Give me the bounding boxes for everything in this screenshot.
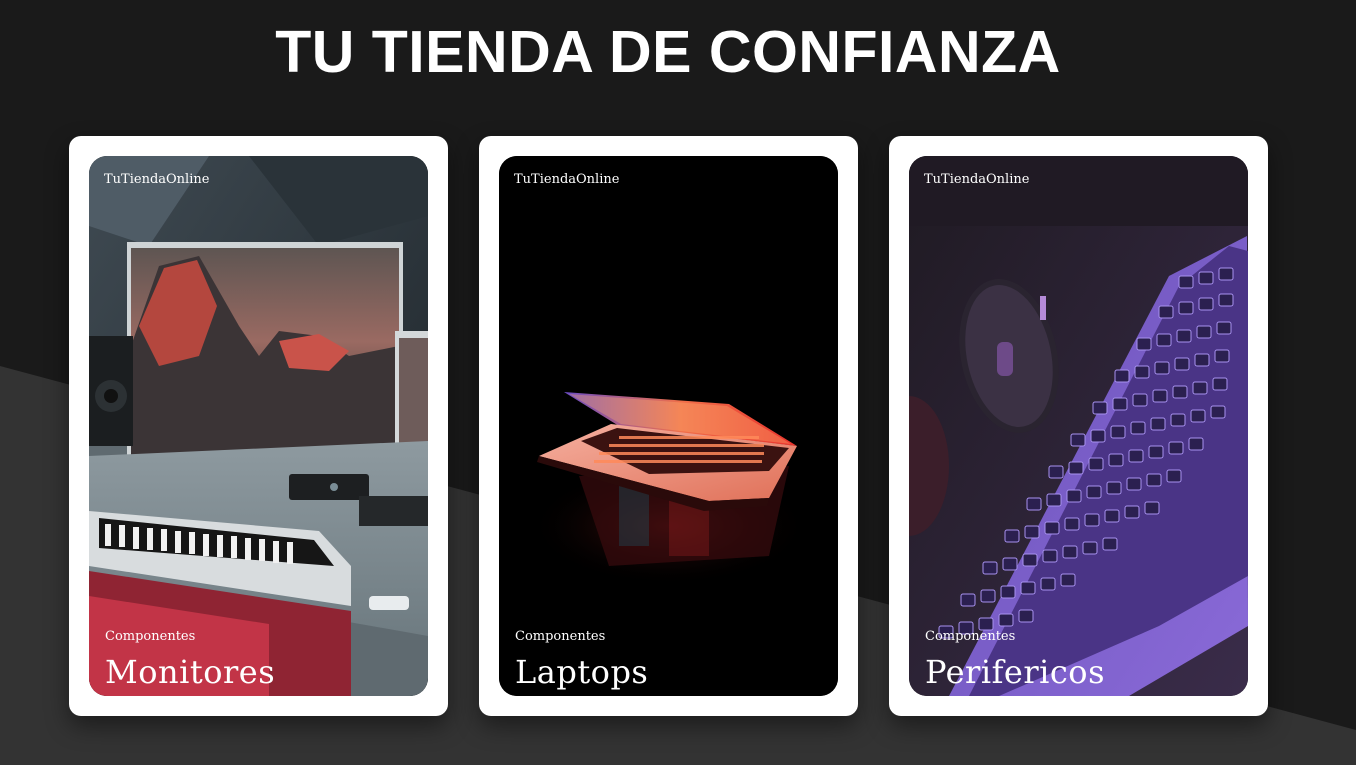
card-title: Monitores <box>105 653 276 691</box>
card-image-frame: TuTiendaOnline Componentes Perifericos <box>909 156 1248 696</box>
category-label: Componentes <box>925 629 1016 644</box>
category-label: Componentes <box>515 629 606 644</box>
card-title: Perifericos <box>925 653 1105 691</box>
category-card-perifericos[interactable]: TuTiendaOnline Componentes Perifericos <box>889 136 1268 716</box>
keyboard-mouse-image <box>909 156 1248 696</box>
category-card-laptops[interactable]: TuTiendaOnline Componentes Laptops <box>479 136 858 716</box>
brand-label: TuTiendaOnline <box>514 172 620 187</box>
laptop-glow-image <box>499 156 838 696</box>
card-image-frame: TuTiendaOnline Componentes Monitores <box>89 156 428 696</box>
card-title: Laptops <box>515 653 649 691</box>
monitor-studio-image <box>89 156 428 696</box>
card-image-frame: TuTiendaOnline Componentes Laptops <box>499 156 838 696</box>
category-label: Componentes <box>105 629 196 644</box>
category-card-monitores[interactable]: TuTiendaOnline Componentes Monitores <box>69 136 448 716</box>
brand-label: TuTiendaOnline <box>924 172 1030 187</box>
page-title: TU TIENDA DE CONFIANZA <box>275 19 1061 85</box>
brand-label: TuTiendaOnline <box>104 172 210 187</box>
